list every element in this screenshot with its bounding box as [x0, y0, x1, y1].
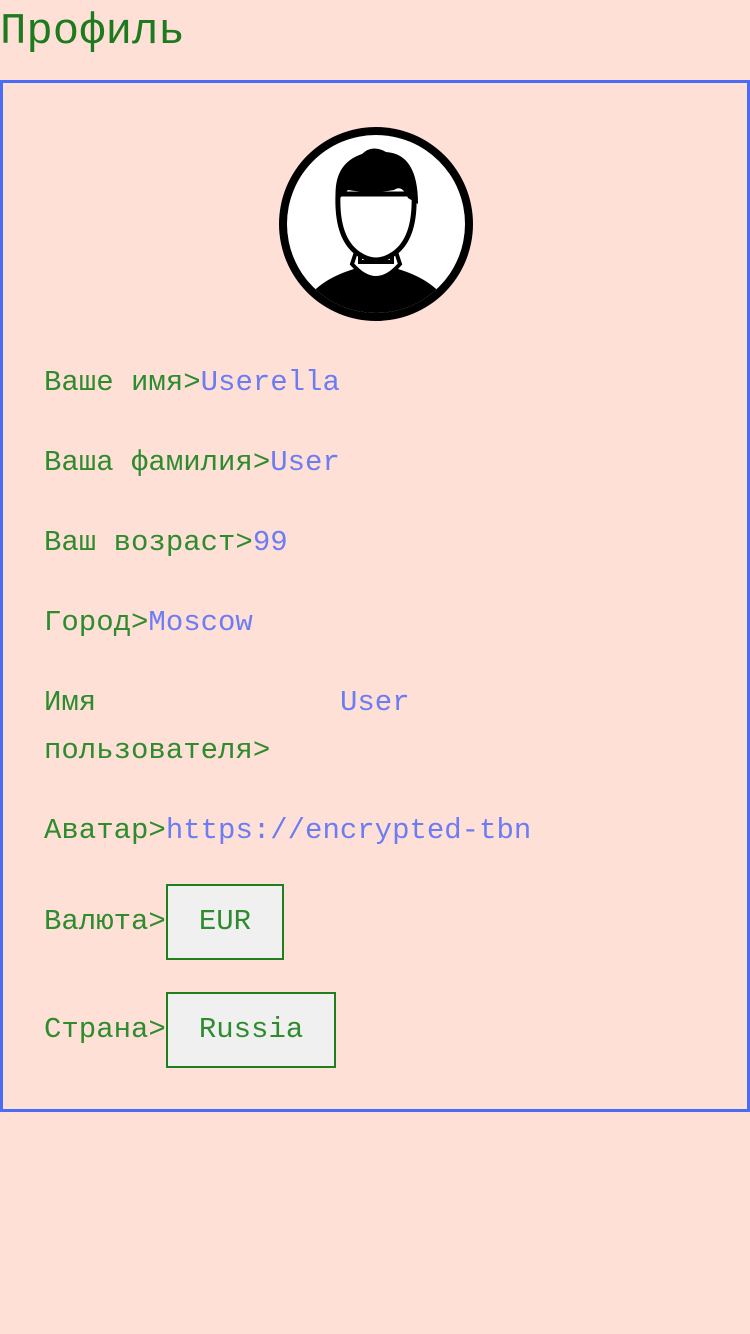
- city-value[interactable]: Moscow: [148, 606, 252, 639]
- last-name-label: Ваша фамилия>: [44, 446, 271, 479]
- username-label: Имя пользователя>: [44, 686, 271, 767]
- first-name-row: Ваше имя>Userella: [44, 359, 340, 407]
- city-row: Город>Moscow: [44, 599, 253, 647]
- first-name-value[interactable]: Userella: [201, 366, 340, 399]
- first-name-label: Ваше имя>: [44, 366, 201, 399]
- city-label: Город>: [44, 606, 149, 639]
- avatar-url-value[interactable]: https://encrypted-tbn: [166, 814, 531, 847]
- avatar-url-row: Аватар>https://encrypted-tbn: [44, 807, 531, 855]
- country-label: Страна>: [44, 1013, 166, 1046]
- age-label: Ваш возраст>: [44, 526, 253, 559]
- currency-label: Валюта>: [44, 905, 166, 938]
- username-row: Имя пользователя> User: [44, 679, 464, 775]
- country-select[interactable]: Russia: [165, 992, 337, 1068]
- username-value[interactable]: User: [340, 679, 410, 727]
- last-name-row: Ваша фамилия>User: [44, 439, 340, 487]
- currency-select[interactable]: EUR: [165, 884, 285, 960]
- profile-page: Профиль Ваше имя>Userella Ваша фамилия>U…: [0, 0, 750, 1334]
- last-name-value[interactable]: User: [270, 446, 340, 479]
- country-row: Страна> Russia: [44, 992, 337, 1068]
- avatar-url-label: Аватар>: [44, 814, 166, 847]
- profile-card: Ваше имя>Userella Ваша фамилия>User Ваш …: [0, 80, 750, 1112]
- age-row: Ваш возраст>99: [44, 519, 288, 567]
- age-value[interactable]: 99: [253, 526, 288, 559]
- page-title: Профиль: [0, 7, 185, 57]
- user-avatar-icon: [276, 124, 476, 324]
- currency-row: Валюта> EUR: [44, 884, 285, 960]
